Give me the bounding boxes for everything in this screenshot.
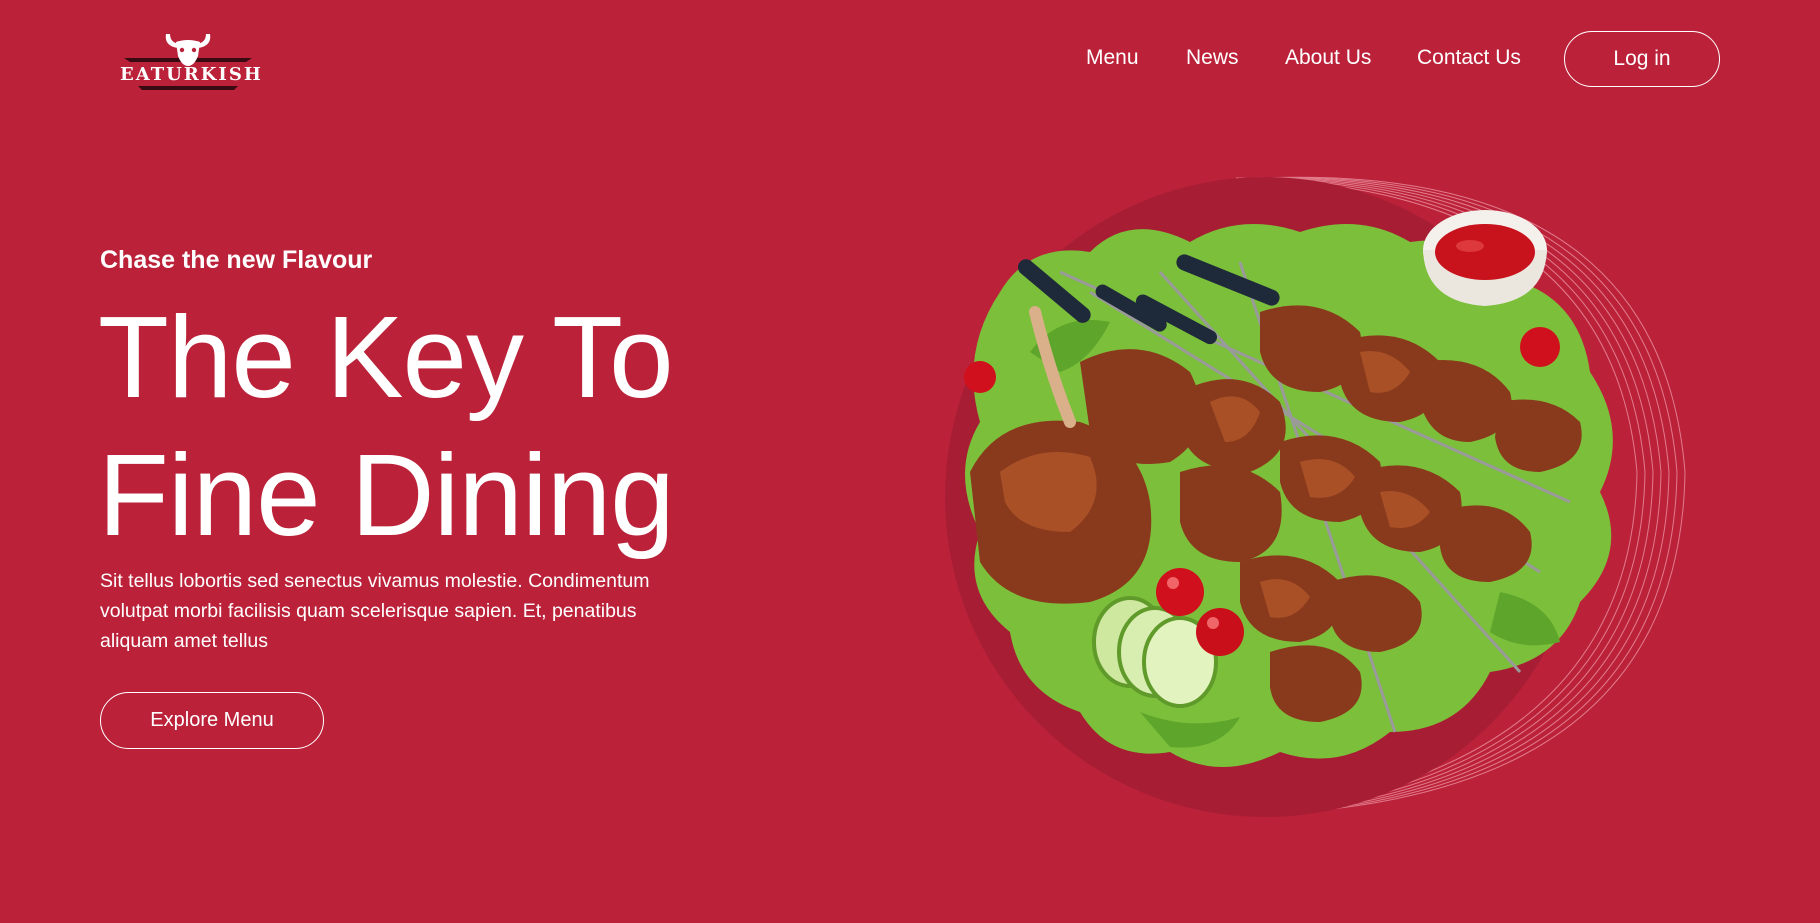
logo-wordmark: EATURKISH [120, 64, 263, 85]
brand-logo[interactable]: EATURKISH [118, 28, 263, 92]
nav-item-news[interactable]: News [1186, 46, 1239, 70]
food-plate-illustration [945, 176, 1686, 817]
hero-headline-line2: Fine Dining [98, 430, 675, 560]
main-nav-contact: Contact Us [1417, 46, 1521, 70]
hero-headline-line1: The Key To [98, 292, 674, 422]
nav-item-about-us[interactable]: About Us [1285, 46, 1371, 70]
landing-page: EATURKISH Menu News About Us Contact Us … [0, 0, 1820, 923]
nav-item-contact-us[interactable]: Contact Us [1417, 46, 1521, 70]
main-nav-about: About Us [1285, 46, 1371, 70]
explore-menu-button[interactable]: Explore Menu [100, 692, 324, 749]
hero-eyebrow: Chase the new Flavour [100, 246, 373, 274]
hero-description: Sit tellus lobortis sed senectus vivamus… [100, 570, 650, 652]
main-nav: Menu [1086, 46, 1139, 70]
main-nav-news: News [1186, 46, 1239, 70]
login-button[interactable]: Log in [1564, 31, 1720, 87]
hero-food-image [940, 172, 1700, 822]
hero-headline: The Key To Fine Dining [98, 288, 738, 564]
nav-item-menu[interactable]: Menu [1086, 46, 1139, 70]
